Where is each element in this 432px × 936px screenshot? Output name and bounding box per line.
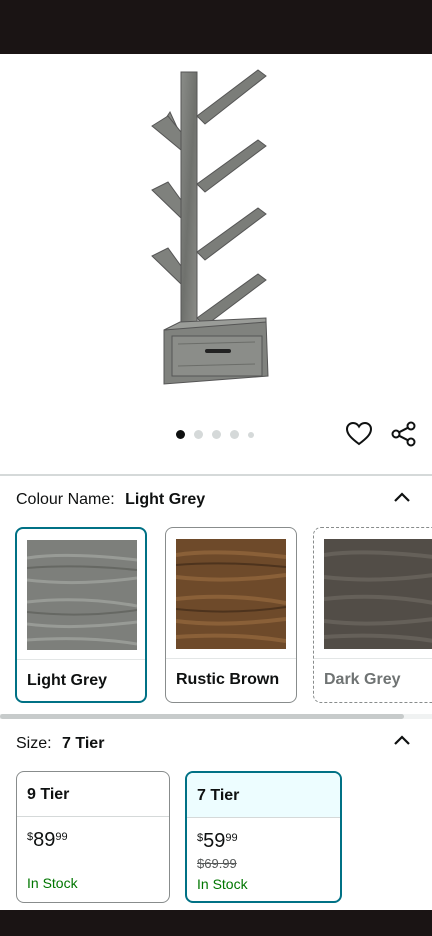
size-label: Size:: [16, 735, 52, 752]
price: $8999: [27, 829, 68, 852]
price-fraction: 99: [55, 831, 68, 843]
stock-status: In Stock: [197, 876, 248, 892]
product-image-carousel[interactable]: [0, 54, 432, 474]
swatch-label: Dark Grey: [324, 671, 401, 688]
colour-name-header[interactable]: Colour Name: Light Grey: [16, 491, 205, 509]
size-option-9-tier[interactable]: 9 Tier $8999 In Stock: [16, 771, 170, 903]
swatch-image: [324, 539, 432, 649]
heart-icon[interactable]: [345, 420, 373, 448]
swatch-divider: [166, 658, 296, 659]
size-option-title: 7 Tier: [197, 787, 240, 804]
colour-name-value: Light Grey: [125, 491, 206, 508]
carousel-dot[interactable]: [194, 430, 203, 439]
size-header[interactable]: Size: 7 Tier: [16, 735, 104, 753]
swatch-scrollbar[interactable]: [0, 714, 404, 719]
swatch-image: [176, 539, 286, 649]
swatch-divider: [17, 659, 145, 660]
price: $5999: [197, 830, 238, 853]
price-whole: 89: [33, 829, 56, 851]
colour-swatch-light-grey[interactable]: Light Grey: [15, 527, 147, 703]
swatch-label: Light Grey: [27, 672, 108, 689]
price-currency: $: [27, 831, 34, 843]
list-price: $69.99: [197, 856, 237, 871]
carousel-dot[interactable]: [230, 430, 239, 439]
stock-status: In Stock: [27, 875, 78, 891]
colour-name-label: Colour Name:: [16, 491, 115, 508]
carousel-dot[interactable]: [176, 430, 185, 439]
size-option-7-tier[interactable]: 7 Tier $5999 $69.99 In Stock: [185, 771, 342, 903]
swatch-image: [27, 540, 137, 650]
chevron-up-icon[interactable]: [392, 733, 412, 747]
navigation-bar: [0, 910, 432, 936]
colour-swatch-rustic-brown[interactable]: Rustic Brown: [165, 527, 297, 703]
size-option-divider: [17, 816, 169, 817]
status-bar: [0, 0, 432, 54]
price-whole: 59: [203, 830, 226, 852]
price-fraction: 99: [225, 832, 238, 844]
carousel-dot[interactable]: [212, 430, 221, 439]
section-divider: [0, 474, 432, 476]
chevron-up-icon[interactable]: [392, 490, 412, 504]
carousel-dot[interactable]: [248, 431, 254, 438]
size-value: 7 Tier: [62, 735, 105, 752]
size-option-title: 9 Tier: [27, 786, 70, 803]
colour-swatch-dark-grey[interactable]: Dark Grey: [313, 527, 432, 703]
size-option-divider: [187, 817, 340, 818]
product-image: [151, 69, 269, 385]
swatch-label: Rustic Brown: [176, 671, 280, 688]
price-currency: $: [197, 832, 204, 844]
swatch-divider: [314, 658, 432, 659]
share-icon[interactable]: [390, 420, 418, 448]
carousel-dots[interactable]: [176, 430, 254, 439]
